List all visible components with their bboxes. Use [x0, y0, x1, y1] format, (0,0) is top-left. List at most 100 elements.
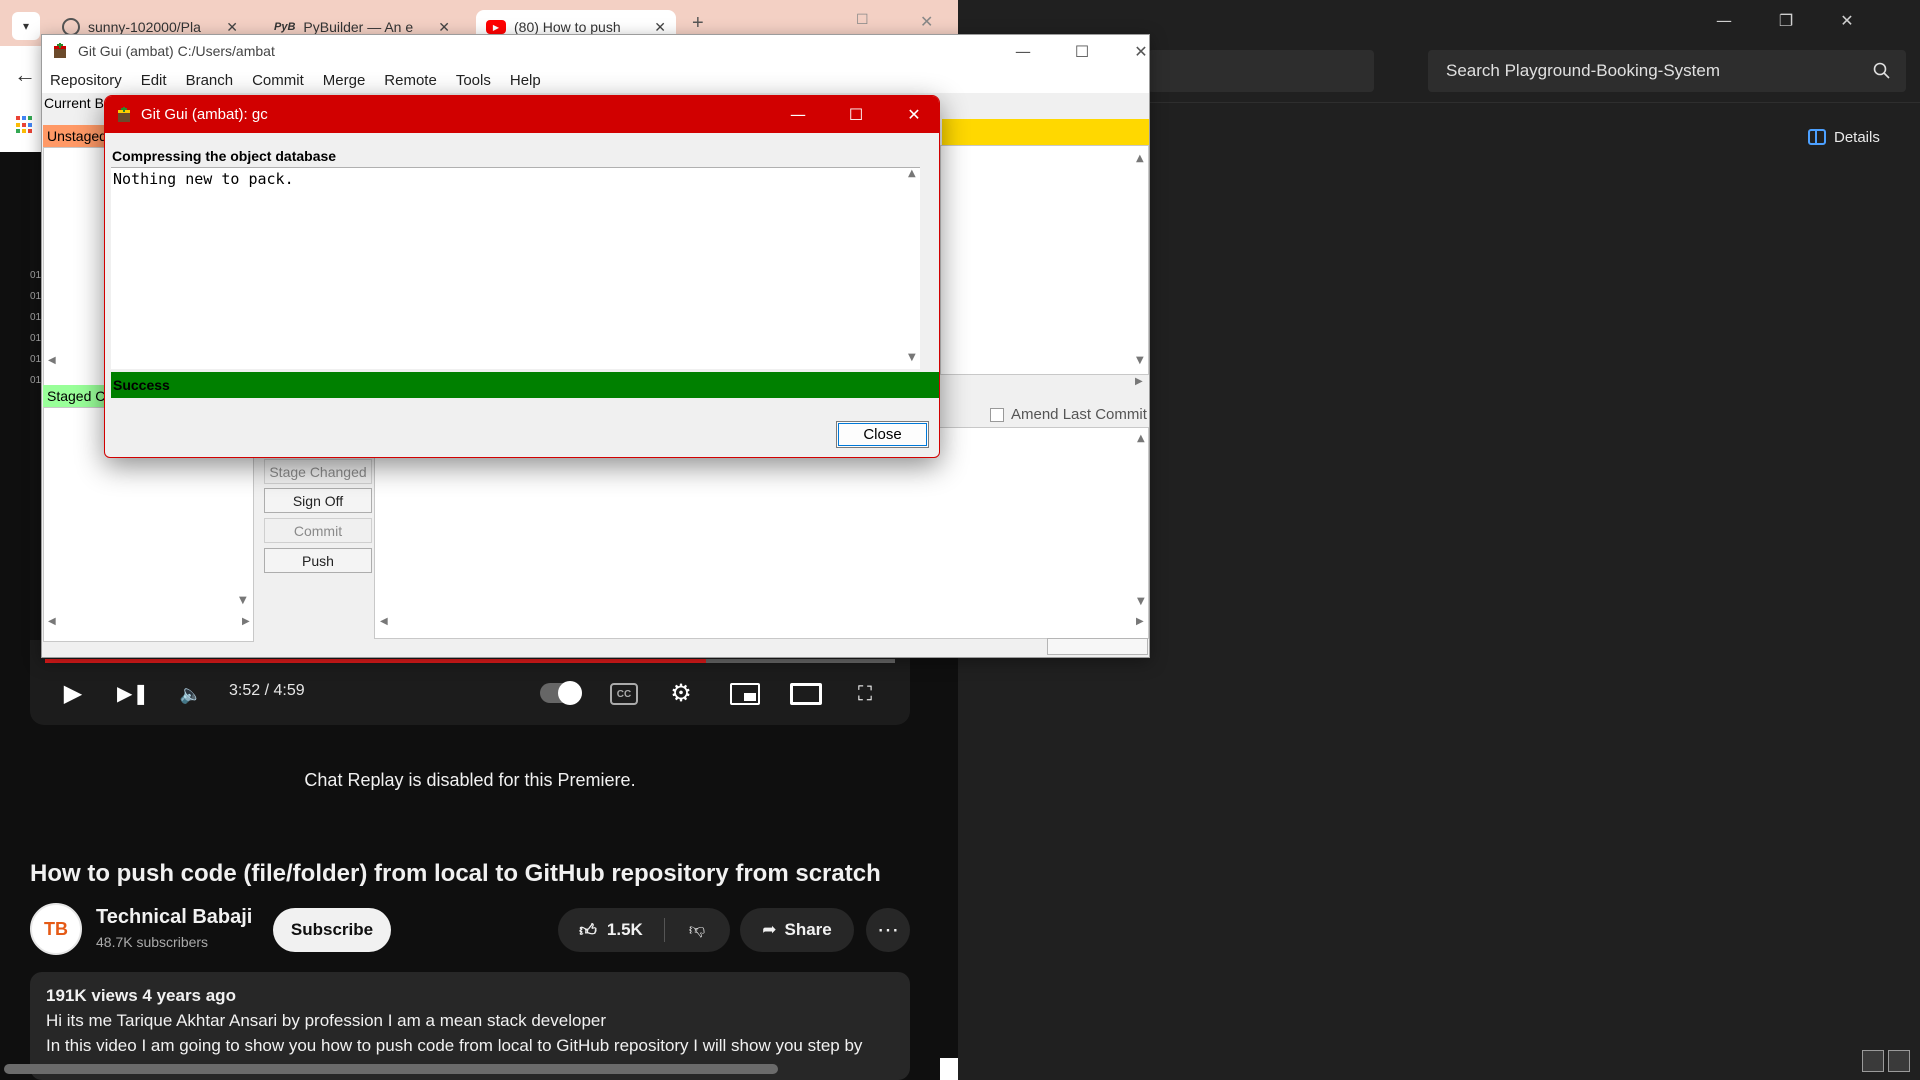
scroll-down-arrow-icon[interactable]: ▼: [908, 352, 916, 363]
back-arrow-icon[interactable]: ←: [14, 62, 36, 88]
miniplayer-icon[interactable]: [730, 683, 760, 705]
like-dislike-group: 👍︎ 1.5K 👎︎: [558, 908, 730, 952]
tiles-view-icon[interactable]: [1888, 1050, 1910, 1072]
commit-message-input[interactable]: [374, 427, 1149, 639]
git-gui-titlebar: Git Gui (ambat) C:/Users/ambat: [42, 35, 1149, 67]
view-mode-buttons: [1862, 1050, 1910, 1072]
amend-last-commit-option[interactable]: Amend Last Commit: [990, 406, 1147, 423]
git-gui-close-button[interactable]: ✕: [1118, 35, 1164, 67]
scroll-up-arrow-icon[interactable]: ▲: [1136, 153, 1144, 164]
channel-avatar[interactable]: TB: [30, 903, 82, 955]
scroll-left-arrow-icon[interactable]: ◀: [48, 355, 56, 366]
scroll-down-arrow-icon[interactable]: ▼: [1137, 596, 1145, 607]
gc-maximize-button[interactable]: ☐: [827, 96, 885, 133]
channel-name[interactable]: Technical Babaji: [96, 906, 252, 929]
gc-status-success: Success: [111, 372, 939, 398]
details-button[interactable]: Details: [1808, 124, 1880, 150]
diff-view-pane[interactable]: [940, 145, 1149, 375]
scroll-right-arrow-icon[interactable]: ▶: [1136, 616, 1144, 627]
settings-gear-icon[interactable]: ⚙: [666, 678, 696, 708]
more-options-button[interactable]: ⋯: [866, 908, 910, 952]
tab-label: PyBuilder — An e: [303, 19, 414, 35]
menu-edit[interactable]: Edit: [141, 72, 167, 89]
close-icon[interactable]: ✕: [654, 19, 666, 36]
diff-horizontal-scrollbar[interactable]: [940, 375, 1149, 389]
browser-close-button[interactable]: ✕: [920, 12, 933, 31]
subscribe-button[interactable]: Subscribe: [273, 908, 391, 952]
gc-dialog-title: Git Gui (ambat): gc: [141, 106, 268, 123]
captions-icon[interactable]: CC: [610, 683, 638, 705]
status-bar-field: [1047, 638, 1148, 655]
git-gui-minimize-button[interactable]: —: [1000, 35, 1046, 67]
fullscreen-icon[interactable]: ⛶: [850, 678, 880, 708]
gutter-digit: 01: [30, 270, 42, 281]
right-path-field[interactable]: [1148, 50, 1374, 92]
share-button[interactable]: ➦ Share: [740, 908, 854, 952]
description-line: Hi its me Tarique Akhtar Ansari by profe…: [46, 1011, 607, 1030]
close-icon[interactable]: ✕: [438, 19, 450, 36]
push-button[interactable]: Push: [264, 548, 372, 573]
tab-search-button[interactable]: ▾: [12, 12, 40, 40]
time-display: 3:52 / 4:59: [229, 682, 305, 699]
menu-remote[interactable]: Remote: [384, 72, 437, 89]
youtube-icon: ▶: [486, 20, 506, 34]
gutter-digits: 01 01 01 01 01 01: [30, 265, 44, 391]
scroll-up-arrow-icon[interactable]: ▲: [908, 168, 916, 179]
scroll-right-arrow-icon[interactable]: ▶: [242, 616, 250, 627]
next-icon[interactable]: ▶❚: [117, 678, 149, 708]
video-title: How to push code (file/folder) from loca…: [30, 860, 881, 887]
scroll-left-arrow-icon[interactable]: ◀: [48, 616, 56, 627]
details-label: Details: [1834, 128, 1880, 146]
share-arrow-icon: ➦: [762, 920, 777, 940]
right-close-button[interactable]: ✕: [1824, 0, 1870, 40]
gutter-digit: 01: [30, 312, 42, 323]
scroll-up-arrow-icon[interactable]: ▲: [1137, 433, 1145, 444]
play-icon[interactable]: ▶: [58, 678, 88, 708]
like-button[interactable]: 👍︎ 1.5K: [558, 908, 664, 952]
gc-heading: Compressing the object database: [112, 148, 337, 164]
git-gui-maximize-button[interactable]: ☐: [1059, 35, 1105, 67]
right-minimize-button[interactable]: —: [1701, 0, 1747, 40]
menu-commit[interactable]: Commit: [252, 72, 304, 89]
tab-label: sunny-102000/Pla: [88, 19, 201, 35]
page-horizontal-scrollbar[interactable]: [4, 1064, 778, 1074]
gc-minimize-button[interactable]: —: [769, 96, 827, 133]
progress-played: [45, 659, 707, 663]
autoplay-toggle[interactable]: [540, 681, 582, 705]
scroll-down-arrow-icon[interactable]: ▼: [1136, 355, 1144, 366]
sign-off-button[interactable]: Sign Off: [264, 488, 372, 513]
menu-help[interactable]: Help: [510, 72, 541, 89]
gutter-digit: 01: [30, 375, 42, 386]
menu-tools[interactable]: Tools: [456, 72, 491, 89]
menu-merge[interactable]: Merge: [323, 72, 366, 89]
gc-output-text[interactable]: Nothing new to pack.: [111, 167, 920, 369]
new-tab-button[interactable]: +: [692, 12, 704, 35]
dislike-button[interactable]: 👎︎: [666, 908, 728, 952]
gc-output-scrollbar[interactable]: ▲ ▼: [905, 168, 921, 368]
gc-close-x-button[interactable]: ✕: [885, 96, 939, 133]
apps-grid-icon[interactable]: [16, 116, 34, 134]
details-view-icon[interactable]: [1862, 1050, 1884, 1072]
right-search-box[interactable]: Search Playground-Booking-System: [1428, 50, 1906, 92]
right-restore-button[interactable]: ❐: [1763, 0, 1809, 40]
like-divider: [664, 918, 665, 942]
thumbs-down-icon: 👎︎: [688, 920, 706, 939]
close-button[interactable]: Close: [836, 421, 929, 448]
menu-repository[interactable]: Repository: [50, 72, 122, 89]
menu-branch[interactable]: Branch: [186, 72, 234, 89]
browser-restore-button[interactable]: ☐: [856, 12, 869, 28]
search-icon[interactable]: [1872, 61, 1892, 81]
details-pane-icon: [1808, 129, 1826, 145]
stage-changed-button[interactable]: Stage Changed: [264, 459, 372, 484]
share-label: Share: [784, 920, 832, 939]
close-icon[interactable]: ✕: [226, 19, 238, 36]
volume-icon[interactable]: 🔈: [176, 680, 206, 708]
amend-checkbox[interactable]: [990, 407, 1004, 422]
amend-label: Amend Last Commit: [1011, 406, 1147, 423]
commit-button[interactable]: Commit: [264, 518, 372, 543]
theater-mode-icon[interactable]: [790, 683, 822, 705]
gutter-digit: 01: [30, 291, 42, 302]
scroll-down-arrow-icon[interactable]: ▼: [239, 595, 247, 606]
scroll-right-arrow-icon[interactable]: ▶: [1135, 376, 1143, 387]
scroll-left-arrow-icon[interactable]: ◀: [380, 616, 388, 627]
